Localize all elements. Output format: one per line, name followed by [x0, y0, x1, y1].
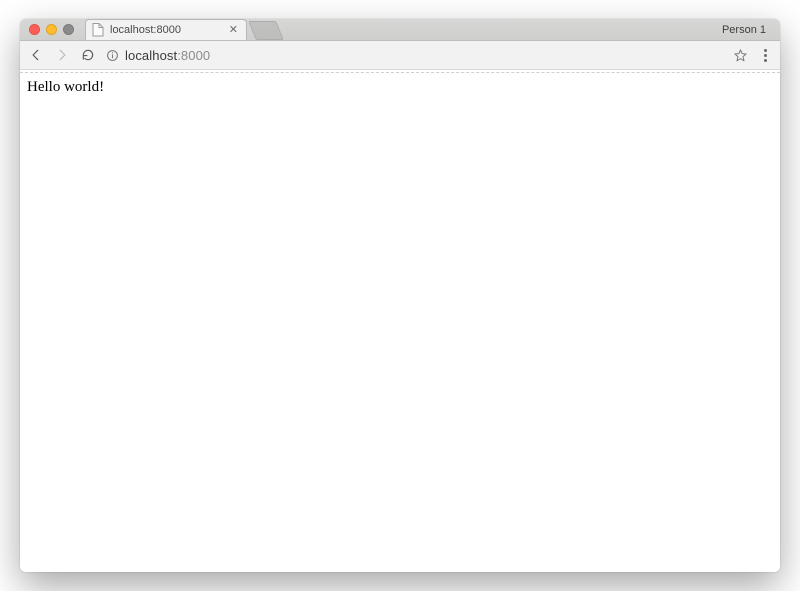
url-host: localhost: [125, 48, 177, 63]
browser-window: localhost:8000 ✕ Person 1 localhost:8000: [20, 19, 780, 572]
back-button[interactable]: [28, 47, 44, 63]
page-content: Hello world!: [20, 73, 780, 572]
address-bar[interactable]: localhost:8000: [106, 48, 722, 63]
url-port: :8000: [177, 48, 210, 63]
tab-close-button[interactable]: ✕: [227, 23, 240, 38]
forward-button[interactable]: [54, 47, 70, 63]
window-controls: [20, 24, 74, 35]
bookmark-star-icon[interactable]: [732, 47, 748, 63]
toolbar: localhost:8000: [20, 41, 780, 70]
site-info-icon[interactable]: [106, 49, 119, 62]
window-maximize-button[interactable]: [63, 24, 74, 35]
titlebar: localhost:8000 ✕ Person 1: [20, 19, 780, 41]
url-text: localhost:8000: [125, 48, 210, 63]
browser-tab[interactable]: localhost:8000 ✕: [85, 19, 247, 40]
window-close-button[interactable]: [29, 24, 40, 35]
reload-button[interactable]: [80, 47, 96, 63]
window-minimize-button[interactable]: [46, 24, 57, 35]
menu-button[interactable]: [758, 49, 772, 62]
tab-title: localhost:8000: [110, 24, 221, 36]
new-tab-button[interactable]: [248, 21, 284, 40]
profile-button[interactable]: Person 1: [718, 23, 770, 37]
file-icon: [92, 23, 104, 37]
page-body-text: Hello world!: [27, 79, 104, 95]
